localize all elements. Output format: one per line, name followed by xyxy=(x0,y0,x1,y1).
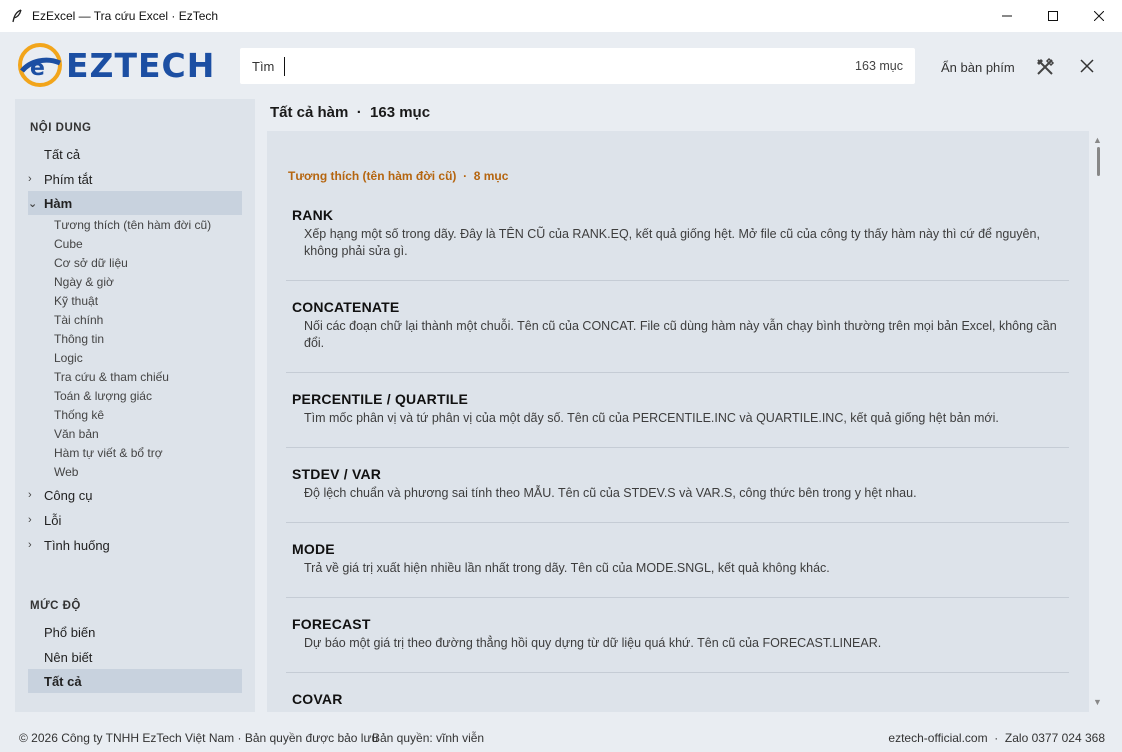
list-item[interactable]: FORECAST Dự báo một giá trị theo đường t… xyxy=(286,616,1069,673)
list-item[interactable]: STDEV / VAR Độ lệch chuẩn và phương sai … xyxy=(286,466,1069,523)
function-description: Xếp hạng một số trong dãy. Đây là TÊN CŨ… xyxy=(304,227,1040,258)
divider xyxy=(286,672,1069,673)
function-name: MODE xyxy=(292,541,335,557)
sidebar-subitem-engineering[interactable]: Kỹ thuật xyxy=(54,292,98,310)
sidebar-item-tools[interactable]: › Công cụ xyxy=(28,483,242,507)
level-item-should-know[interactable]: Nên biết xyxy=(28,645,242,669)
function-name: CONCATENATE xyxy=(292,299,400,315)
divider xyxy=(286,597,1069,598)
function-name: STDEV / VAR xyxy=(292,466,382,482)
sidebar-subitem-information[interactable]: Thông tin xyxy=(54,330,104,348)
list-item[interactable]: PERCENTILE / QUARTILE Tìm mốc phân vị và… xyxy=(286,391,1069,448)
chevron-down-icon: ⌄ xyxy=(28,197,38,210)
app-header: e EZTECH Tìm 163 mục Ẩn bàn phím xyxy=(0,32,1122,98)
level-item-all[interactable]: Tất cả xyxy=(28,669,242,693)
hide-keyboard-button[interactable]: Ẩn bàn phím xyxy=(941,60,1015,75)
list-item[interactable]: MODE Trả về giá trị xuất hiện nhiều lần … xyxy=(286,541,1069,598)
maximize-icon xyxy=(1048,11,1058,21)
level-item-common[interactable]: Phổ biến xyxy=(28,620,242,644)
minimize-button[interactable] xyxy=(984,0,1030,32)
function-description: Độ lệch chuẩn và phương sai tính theo MẪ… xyxy=(304,486,917,500)
function-description: Trả về giá trị xuất hiện nhiều lần nhất … xyxy=(304,561,830,575)
logo-text: EZTECH xyxy=(66,45,216,85)
sidebar: NỘI DUNG Tất cả › Phím tắt ⌄ Hàm Tương t… xyxy=(15,99,255,712)
divider xyxy=(286,372,1069,373)
group-header: Tương thích (tên hàm đời cũ) · 8 mục xyxy=(288,169,509,183)
chevron-right-icon: › xyxy=(28,539,32,551)
scrollbar[interactable]: ▲ ▼ xyxy=(1089,131,1107,712)
page-title: Tất cả hàm · 163 mục xyxy=(270,104,431,121)
sidebar-subitem-datetime[interactable]: Ngày & giờ xyxy=(54,273,114,291)
chevron-right-icon: › xyxy=(28,514,32,526)
eztech-logo: e EZTECH xyxy=(16,41,215,89)
sidebar-item-functions[interactable]: ⌄ Hàm xyxy=(28,191,242,215)
sidebar-item-scenarios[interactable]: › Tình huống xyxy=(28,533,242,557)
minimize-icon xyxy=(1002,15,1012,17)
footer: © 2026 Công ty TNHH EzTech Việt Nam · Bả… xyxy=(0,722,1122,752)
close-icon xyxy=(1094,11,1104,21)
contact-text: eztech-official.com · Zalo 0377 024 368 xyxy=(888,731,1105,745)
function-description: Dự báo một giá trị theo đường thẳng hồi … xyxy=(304,636,882,650)
function-name: PERCENTILE / QUARTILE xyxy=(292,391,469,407)
search-result-count: 163 mục xyxy=(855,59,903,73)
text-caret xyxy=(284,57,285,76)
close-button[interactable] xyxy=(1076,55,1098,77)
feather-app-icon xyxy=(10,9,24,23)
logo-emblem-icon: e xyxy=(18,43,62,87)
sidebar-item-errors[interactable]: › Lỗi xyxy=(28,508,242,532)
license-text: Bản quyền: vĩnh viễn xyxy=(372,731,485,745)
tools-button[interactable] xyxy=(1033,55,1057,79)
title-bar: EzExcel — Tra cứu Excel · EzTech xyxy=(0,0,1122,32)
function-name: COVAR xyxy=(292,691,343,707)
function-list: Tương thích (tên hàm đời cũ) · 8 mục RAN… xyxy=(267,131,1089,712)
search-input[interactable]: Tìm 163 mục xyxy=(240,48,915,84)
chevron-right-icon: › xyxy=(28,489,32,501)
function-description: Nối các đoạn chữ lại thành một chuỗi. Tê… xyxy=(304,319,1057,350)
sidebar-item-shortcuts[interactable]: › Phím tắt xyxy=(28,167,242,191)
search-label: Tìm xyxy=(252,59,275,74)
sidebar-subitem-cube[interactable]: Cube xyxy=(54,235,83,253)
list-item[interactable]: RANK Xếp hạng một số trong dãy. Đây là T… xyxy=(286,207,1069,281)
close-icon xyxy=(1080,59,1094,73)
sidebar-subitem-math[interactable]: Toán & lượng giác xyxy=(54,387,152,405)
sidebar-subitem-statistical[interactable]: Thống kê xyxy=(54,406,104,424)
sidebar-subitem-text[interactable]: Văn bản xyxy=(54,425,99,443)
divider xyxy=(286,522,1069,523)
sidebar-item-all[interactable]: Tất cả xyxy=(28,142,242,166)
scroll-down-arrow-icon[interactable]: ▼ xyxy=(1093,697,1102,707)
sidebar-subitem-financial[interactable]: Tài chính xyxy=(54,311,103,329)
divider xyxy=(286,447,1069,448)
sidebar-subitem-compat[interactable]: Tương thích (tên hàm đời cũ) xyxy=(54,216,211,234)
list-item[interactable]: COVAR xyxy=(286,691,1069,712)
copyright-text: © 2026 Công ty TNHH EzTech Việt Nam · Bả… xyxy=(19,731,379,745)
sidebar-subitem-database[interactable]: Cơ sở dữ liệu xyxy=(54,254,128,272)
scroll-thumb[interactable] xyxy=(1097,147,1100,176)
sidebar-subitem-lookup[interactable]: Tra cứu & tham chiếu xyxy=(54,368,169,386)
window-close-button[interactable] xyxy=(1076,0,1122,32)
chevron-right-icon: › xyxy=(28,173,32,185)
level-section-label: MỨC ĐỘ xyxy=(30,600,81,612)
tools-icon xyxy=(1037,57,1055,75)
list-item[interactable]: CONCATENATE Nối các đoạn chữ lại thành m… xyxy=(286,299,1069,373)
function-name: FORECAST xyxy=(292,616,371,632)
window-title: EzExcel — Tra cứu Excel · EzTech xyxy=(32,9,219,23)
sidebar-subitem-web[interactable]: Web xyxy=(54,463,78,481)
svg-text:e: e xyxy=(30,56,45,81)
divider xyxy=(286,280,1069,281)
sidebar-subitem-logic[interactable]: Logic xyxy=(54,349,83,367)
sidebar-subitem-userdefined[interactable]: Hàm tự viết & bổ trợ xyxy=(54,444,163,462)
function-name: RANK xyxy=(292,207,334,223)
function-description: Tìm mốc phân vị và tứ phân vị của một dã… xyxy=(304,411,999,425)
maximize-button[interactable] xyxy=(1030,0,1076,32)
scroll-up-arrow-icon[interactable]: ▲ xyxy=(1093,135,1102,145)
content-section-label: NỘI DUNG xyxy=(30,122,92,134)
